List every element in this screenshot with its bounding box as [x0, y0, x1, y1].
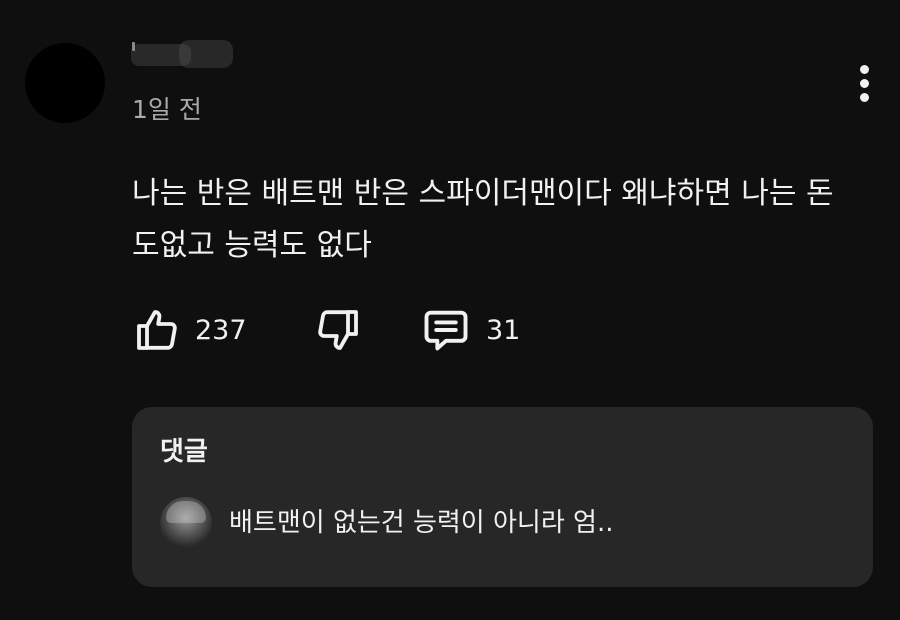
- thumbs-up-icon: [133, 306, 181, 354]
- thumbs-down-icon: [314, 306, 362, 354]
- comment-text: 나는 반은 배트맨 반은 스파이더맨이다 왜냐하면 나는 돈도없고 능력도 없다: [132, 176, 834, 263]
- menu-dot: [860, 93, 869, 102]
- reply-count: 31: [486, 314, 521, 346]
- avatar[interactable]: [25, 43, 105, 123]
- reply-avatar: [160, 497, 212, 549]
- comment-timestamp: 1일 전: [132, 95, 202, 124]
- author-name-redacted[interactable]: [131, 40, 233, 70]
- replies-heading: 댓글: [160, 437, 208, 467]
- menu-dot: [860, 79, 869, 88]
- like-count: 237: [195, 314, 247, 346]
- comment: 1일 전 나는 반은 배트맨 반은 스파이더맨이다 왜냐하면 나는 돈도없고 능…: [0, 0, 900, 620]
- reply-preview-text: 배트맨이 없는건 능력이 아니라 엄..: [229, 508, 614, 538]
- reply-button[interactable]: 31: [420, 302, 520, 358]
- like-button[interactable]: 237: [133, 302, 247, 358]
- redaction-blur: [132, 42, 135, 51]
- more-options-button[interactable]: [852, 60, 876, 106]
- avatar-detail: [166, 501, 206, 523]
- redaction-blur: [179, 40, 233, 68]
- comment-icon: [420, 304, 472, 356]
- dislike-button[interactable]: [314, 302, 362, 358]
- replies-preview-card[interactable]: 댓글 배트맨이 없는건 능력이 아니라 엄..: [132, 407, 873, 587]
- menu-dot: [860, 65, 869, 74]
